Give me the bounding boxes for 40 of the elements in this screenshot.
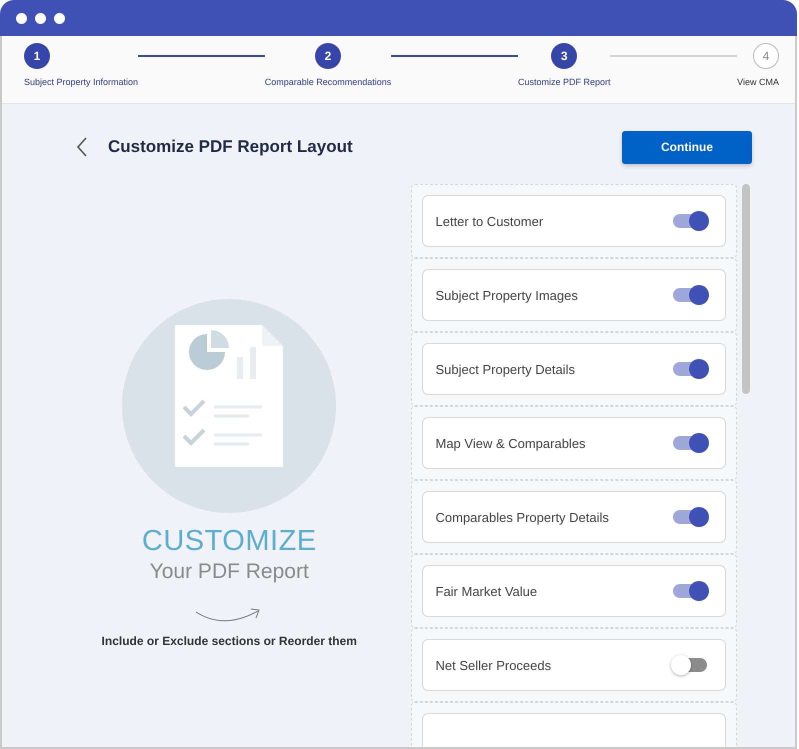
step-label: Customize PDF Report — [518, 77, 610, 87]
section-item[interactable]: Map View & Comparables — [410, 406, 738, 480]
back-icon[interactable] — [76, 137, 88, 157]
section-label: Comparables Property Details — [436, 510, 610, 524]
toggle-switch[interactable] — [673, 288, 708, 302]
step-label: Comparable Recommendations — [264, 77, 392, 87]
toggle-switch[interactable] — [673, 362, 708, 376]
step-number[interactable]: 4 — [752, 43, 779, 69]
toggle-switch[interactable] — [673, 584, 708, 598]
window-dot-icon — [16, 12, 27, 24]
section-item[interactable]: Letter to Customer — [410, 184, 738, 258]
report-illustration-icon — [122, 299, 336, 513]
continue-button[interactable]: Continue — [622, 130, 752, 164]
step-label: View CMA — [737, 77, 779, 87]
toggle-switch[interactable] — [673, 214, 708, 228]
section-label: Subject Property Images — [436, 288, 579, 302]
step-label: Subject Property Information — [24, 77, 138, 87]
section-item[interactable]: Net Seller Proceeds — [410, 628, 738, 702]
step-number[interactable]: 2 — [315, 43, 341, 69]
toggle-switch[interactable] — [673, 658, 708, 672]
section-label: Net Seller Proceeds — [436, 658, 552, 672]
section-label: Fair Market Value — [436, 584, 538, 598]
headline: CUSTOMIZE — [142, 525, 317, 558]
section-label: Map View & Comparables — [436, 436, 587, 450]
toggle-switch[interactable] — [673, 510, 708, 524]
section-label: Letter to Customer — [436, 214, 544, 228]
step-number[interactable]: 3 — [551, 43, 578, 69]
section-item[interactable]: Subject Property Images — [410, 258, 738, 332]
subheadline: Your PDF Report — [150, 560, 309, 584]
section-item[interactable]: Subject Property Details — [410, 332, 738, 406]
page-title: Customize PDF Report Layout — [108, 137, 354, 157]
section-item[interactable]: Comparables Property Details — [410, 480, 738, 554]
section-item[interactable]: Fair Market Value — [410, 554, 738, 628]
window-dot-icon — [54, 12, 65, 24]
instruction-text: Include or Exclude sections or Reorder them — [102, 634, 357, 648]
step-number[interactable]: 1 — [24, 43, 50, 69]
section-label: Subject Property Details — [436, 362, 576, 376]
window-dot-icon — [35, 12, 46, 24]
toggle-switch[interactable] — [673, 436, 708, 450]
scrollbar[interactable] — [742, 184, 750, 394]
